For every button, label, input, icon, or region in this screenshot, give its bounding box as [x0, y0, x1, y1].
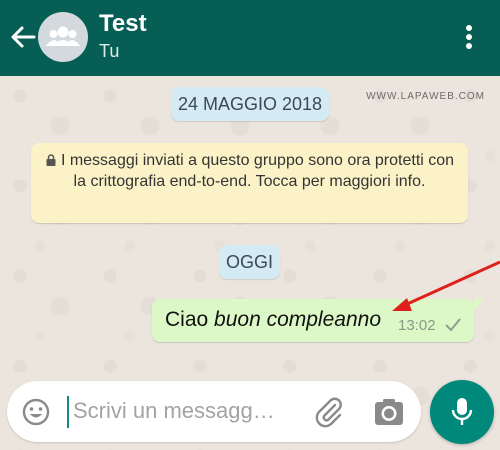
- message-time: 13:02: [398, 317, 436, 334]
- date-chip: 24 MAGGIO 2018: [171, 87, 329, 121]
- bubble-tail: [474, 299, 484, 310]
- emoji-icon[interactable]: [21, 397, 51, 427]
- camera-icon[interactable]: [373, 397, 405, 427]
- more-vertical-icon[interactable]: [457, 22, 481, 52]
- watermark-text: WWW.LAPAWEB.COM: [366, 91, 485, 102]
- group-avatar-icon[interactable]: [38, 12, 88, 62]
- chat-header: Test Tu: [0, 0, 500, 76]
- today-chip: OGGI: [219, 245, 280, 279]
- arrow-left-icon[interactable]: [8, 22, 38, 52]
- message-text-italic: buon compleanno: [214, 308, 381, 331]
- single-check-icon: [445, 318, 461, 332]
- message-text-plain: Ciao: [165, 308, 215, 331]
- voice-record-button[interactable]: [430, 380, 494, 444]
- encryption-notice-text: I messaggi inviati a questo gruppo sono …: [60, 152, 455, 190]
- lock-icon: [46, 154, 56, 166]
- text-cursor: [67, 396, 69, 428]
- paperclip-icon[interactable]: [312, 395, 346, 429]
- chat-subtitle[interactable]: Tu: [99, 41, 119, 62]
- message-composer[interactable]: Scrivi un messagg…: [7, 381, 421, 442]
- chat-title[interactable]: Test: [99, 10, 147, 38]
- message-input[interactable]: Scrivi un messagg…: [73, 398, 275, 424]
- encryption-notice[interactable]: I messaggi inviati a questo gruppo sono …: [31, 143, 468, 223]
- message-text: Ciao buon compleanno: [165, 308, 381, 332]
- microphone-icon: [451, 398, 473, 425]
- outgoing-message-bubble[interactable]: Ciao buon compleanno 13:02: [152, 299, 474, 342]
